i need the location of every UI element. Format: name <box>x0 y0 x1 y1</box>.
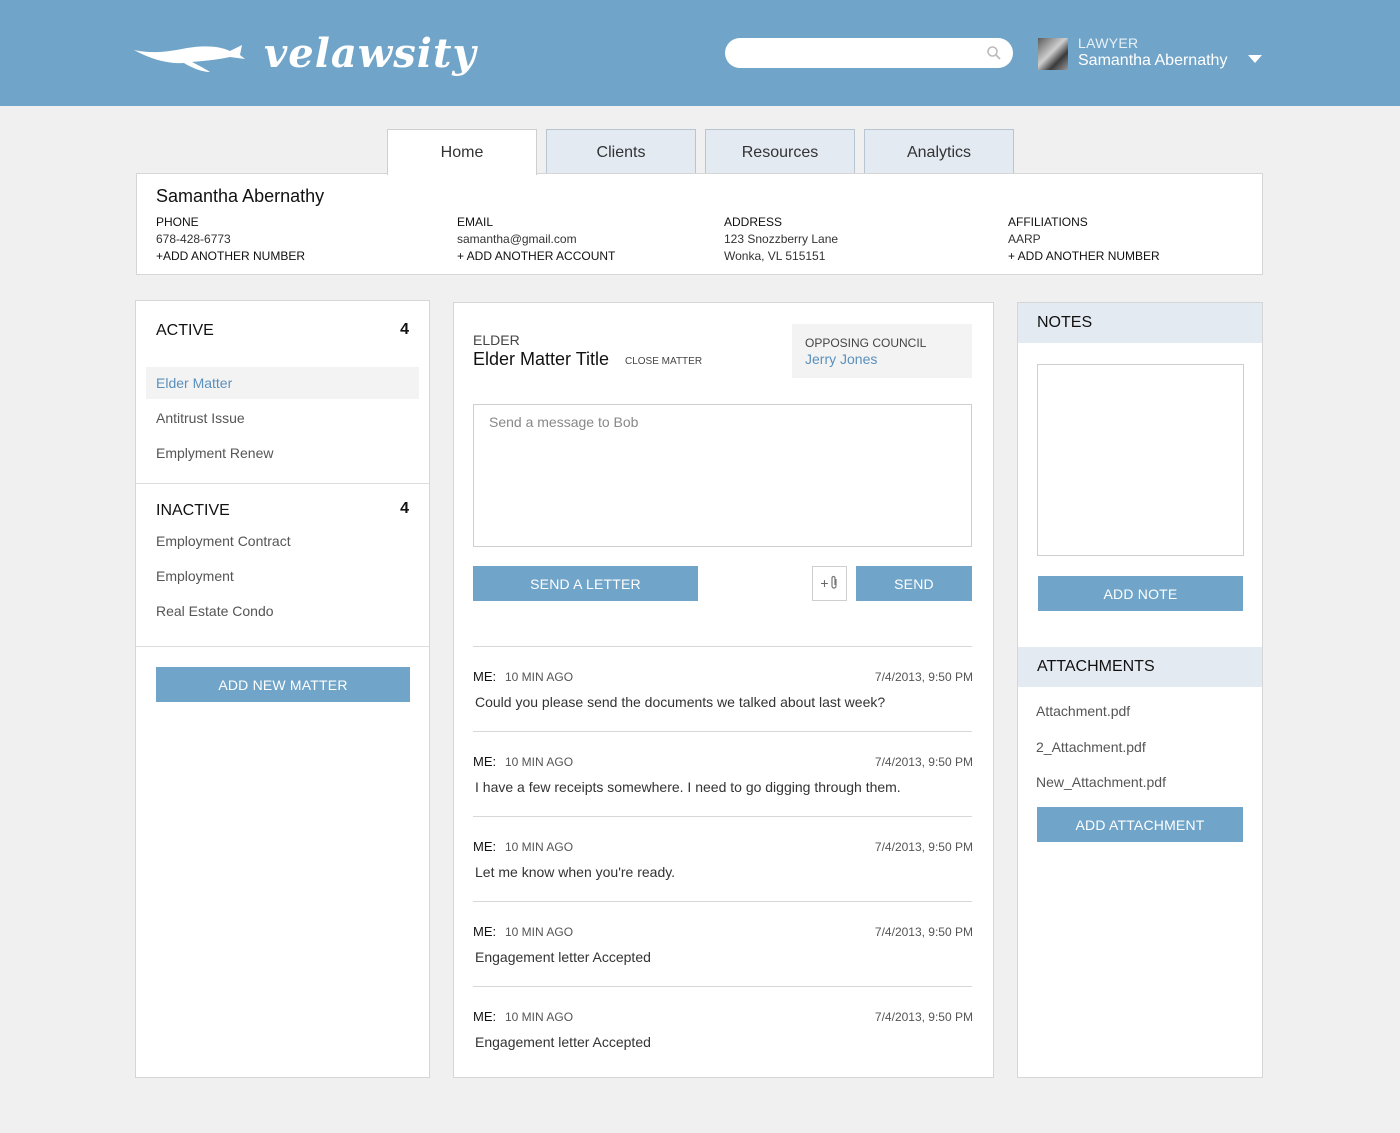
message-timestamp: 7/4/2013, 9:50 PM <box>874 840 973 854</box>
message-timestamp: 7/4/2013, 9:50 PM <box>874 1010 973 1024</box>
profile-name: Samantha Abernathy <box>156 186 325 206</box>
add-note-button[interactable]: ADD NOTE <box>1038 576 1243 611</box>
message-age: 10 MIN AGO <box>505 1010 574 1024</box>
matter-item-emplyment-renew[interactable]: Emplyment Renew <box>146 437 419 469</box>
matter-title: Elder Matter Title <box>473 349 610 369</box>
attachment-item[interactable]: 2_Attachment.pdf <box>1036 739 1146 755</box>
attach-plus: + <box>820 575 829 591</box>
message-age: 10 MIN AGO <box>505 840 574 854</box>
phone-label: PHONE <box>156 215 199 229</box>
attachments-heading: ATTACHMENTS <box>1018 647 1262 687</box>
message-sender: ME: <box>473 924 497 939</box>
message-text: Engagement letter Accepted <box>475 949 651 965</box>
divider <box>136 483 429 484</box>
affiliations-block: AFFILIATIONS AARP + ADD ANOTHER NUMBER <box>1008 214 1160 265</box>
add-new-matter-button[interactable]: ADD NEW MATTER <box>156 667 410 702</box>
tab-home[interactable]: Home <box>387 129 537 175</box>
message-age: 10 MIN AGO <box>505 925 574 939</box>
notes-attachments-panel: NOTES ADD NOTE ATTACHMENTS Attachment.pd… <box>1017 302 1263 1078</box>
address-line2: Wonka, VL 515151 <box>724 249 826 263</box>
app-header: velawsity LAWYER Samantha Abernathy <box>0 0 1400 106</box>
matter-item-real-estate-condo[interactable]: Real Estate Condo <box>146 595 419 627</box>
message-text: Engagement letter Accepted <box>475 1034 651 1050</box>
opposing-council-box: OPPOSING COUNCIL Jerry Jones <box>792 324 972 378</box>
divider <box>473 986 972 987</box>
phone-block: PHONE 678-428-6773 +ADD ANOTHER NUMBER <box>156 214 305 265</box>
chevron-down-icon[interactable] <box>1248 55 1262 63</box>
message-timestamp: 7/4/2013, 9:50 PM <box>874 670 973 684</box>
opposing-council-name[interactable]: Jerry Jones <box>805 351 972 367</box>
tab-analytics[interactable]: Analytics <box>864 129 1014 174</box>
message-text: Let me know when you're ready. <box>475 864 676 880</box>
divider <box>473 731 972 732</box>
message-sender: ME: <box>473 669 497 684</box>
message-sender: ME: <box>473 754 497 769</box>
message-sender: ME: <box>473 1009 497 1024</box>
matter-item-employment[interactable]: Employment <box>146 560 419 592</box>
message-age: 10 MIN AGO <box>505 670 574 684</box>
matter-detail-panel: ELDER Elder Matter Title CLOSE MATTER OP… <box>453 302 994 1078</box>
opposing-council-label: OPPOSING COUNCIL <box>805 336 927 350</box>
tab-clients[interactable]: Clients <box>546 129 696 174</box>
add-attachment-button[interactable]: ADD ATTACHMENT <box>1037 807 1243 842</box>
attachment-item[interactable]: New_Attachment.pdf <box>1036 774 1166 790</box>
message-text: Could you please send the documents we t… <box>475 694 886 710</box>
add-account-link[interactable]: + ADD ANOTHER ACCOUNT <box>457 248 615 265</box>
address-block: ADDRESS 123 Snozzberry Lane Wonka, VL 51… <box>724 214 838 265</box>
message-timestamp: 7/4/2013, 9:50 PM <box>874 925 973 939</box>
search-icon[interactable] <box>986 45 1002 61</box>
divider <box>473 646 972 647</box>
email-value: samantha@gmail.com <box>457 232 577 246</box>
tab-resources[interactable]: Resources <box>705 129 855 174</box>
matter-item-employment-contract[interactable]: Employment Contract <box>146 525 419 557</box>
attachment-item[interactable]: Attachment.pdf <box>1036 703 1130 719</box>
affiliations-label: AFFILIATIONS <box>1008 215 1088 229</box>
send-button[interactable]: SEND <box>856 566 972 601</box>
phone-value: 678-428-6773 <box>156 232 231 246</box>
profile-card: Samantha Abernathy PHONE 678-428-6773 +A… <box>136 173 1263 275</box>
user-role: LAWYER <box>1078 35 1139 51</box>
address-line1: 123 Snozzberry Lane <box>724 232 839 246</box>
active-count: 4 <box>400 321 409 338</box>
divider <box>473 816 972 817</box>
search-input[interactable] <box>725 38 1013 68</box>
matter-item-antitrust-issue[interactable]: Antitrust Issue <box>146 402 419 434</box>
matters-panel: ACTIVE 4 Elder Matter Antitrust Issue Em… <box>135 300 430 1078</box>
logo-text: velawsity <box>264 30 477 77</box>
matter-category: ELDER <box>473 332 520 348</box>
note-input[interactable] <box>1037 364 1244 556</box>
user-name[interactable]: Samantha Abernathy <box>1078 52 1227 70</box>
attach-file-button[interactable]: + <box>812 566 847 601</box>
inactive-heading: INACTIVE <box>156 502 230 519</box>
close-matter-link[interactable]: CLOSE MATTER <box>625 356 702 367</box>
inactive-count: 4 <box>400 500 409 517</box>
affiliations-value: AARP <box>1008 232 1041 246</box>
address-label: ADDRESS <box>724 215 783 229</box>
active-heading: ACTIVE <box>156 322 214 339</box>
send-letter-button[interactable]: SEND A LETTER <box>473 566 698 601</box>
add-number-link[interactable]: +ADD ANOTHER NUMBER <box>156 248 305 265</box>
notes-heading: NOTES <box>1018 303 1262 343</box>
divider <box>136 646 429 647</box>
message-timestamp: 7/4/2013, 9:50 PM <box>874 755 973 769</box>
message-age: 10 MIN AGO <box>505 755 574 769</box>
whale-logo-icon <box>134 45 245 72</box>
avatar[interactable] <box>1038 38 1068 70</box>
email-block: EMAIL samantha@gmail.com + ADD ANOTHER A… <box>457 214 615 265</box>
matter-item-elder-matter[interactable]: Elder Matter <box>146 367 419 399</box>
logo[interactable]: velawsity <box>132 30 476 80</box>
message-sender: ME: <box>473 839 497 854</box>
add-affiliation-link[interactable]: + ADD ANOTHER NUMBER <box>1008 248 1160 265</box>
divider <box>473 901 972 902</box>
message-text: I have a few receipts somewhere. I need … <box>475 779 901 795</box>
message-input[interactable] <box>473 404 972 547</box>
paperclip-icon <box>830 575 837 589</box>
email-label: EMAIL <box>457 215 494 229</box>
